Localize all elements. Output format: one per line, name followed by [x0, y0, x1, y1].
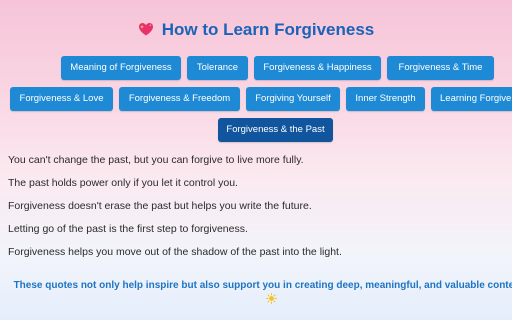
- tab-inner-strength[interactable]: Inner Strength: [346, 87, 425, 111]
- sun-icon: [265, 293, 277, 304]
- tab-meaning-of-forgiveness[interactable]: Meaning of Forgiveness: [61, 56, 181, 80]
- footer-note: These quotes not only help inspire but a…: [10, 278, 512, 308]
- tab-tolerance[interactable]: Tolerance: [187, 56, 248, 80]
- sparkling-heart-icon: [138, 23, 153, 36]
- quote-item: Letting go of the past is the first step…: [8, 223, 248, 235]
- footer-text: These quotes not only help inspire but a…: [13, 280, 512, 291]
- tab-forgiveness-time[interactable]: Forgiveness & Time: [387, 56, 494, 80]
- tab-forgiving-yourself[interactable]: Forgiving Yourself: [246, 87, 340, 111]
- tab-forgiveness-love[interactable]: Forgiveness & Love: [10, 87, 113, 111]
- page-title-text: How to Learn Forgiveness: [161, 20, 375, 39]
- tab-forgiveness-the-past[interactable]: Forgiveness & the Past: [218, 118, 333, 142]
- quote-item: You can't change the past, but you can f…: [8, 154, 304, 166]
- quote-item: Forgiveness helps you move out of the sh…: [8, 246, 342, 258]
- quote-item: Forgiveness doesn't erase the past but h…: [8, 200, 312, 212]
- tab-forgiveness-freedom[interactable]: Forgiveness & Freedom: [119, 87, 240, 111]
- tab-learning-forgiveness[interactable]: Learning Forgive: [431, 87, 512, 111]
- tab-forgiveness-happiness[interactable]: Forgiveness & Happiness: [254, 56, 381, 80]
- page-title: How to Learn Forgiveness: [0, 20, 512, 40]
- quote-item: The past holds power only if you let it …: [8, 177, 238, 189]
